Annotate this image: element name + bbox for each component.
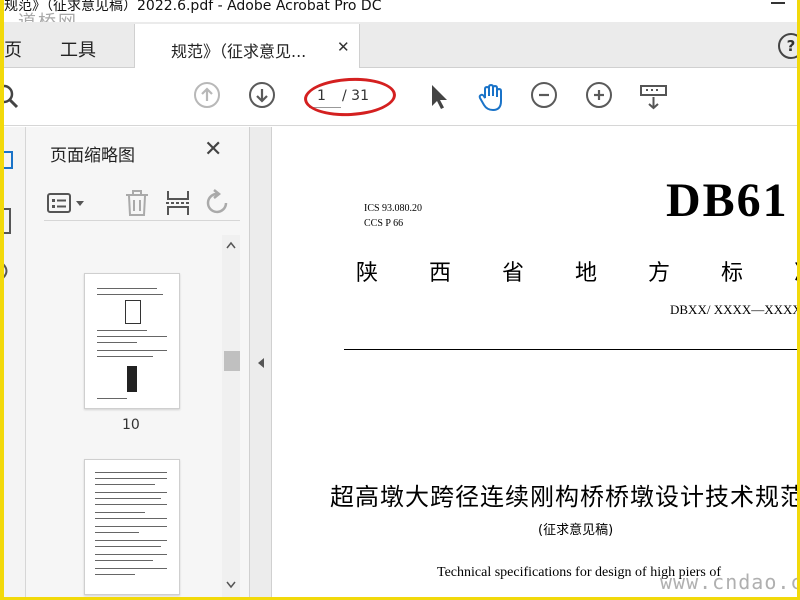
navigation-strip bbox=[4, 127, 26, 597]
acrobat-window: 规范》（征求意见稿）2022.6.pdf - Adobe Acrobat Pro… bbox=[4, 0, 797, 597]
read-mode-icon[interactable] bbox=[639, 82, 669, 112]
standard-number: DBXX/ XXXX—XXXX bbox=[670, 302, 797, 317]
zoom-out-button[interactable] bbox=[531, 82, 561, 112]
toolbar: 1 / 31 bbox=[4, 68, 797, 126]
page-thumbnail[interactable] bbox=[84, 459, 180, 595]
options-menu-icon[interactable] bbox=[46, 191, 90, 215]
close-tab-icon[interactable]: ✕ bbox=[337, 38, 350, 56]
hand-tool-icon[interactable] bbox=[476, 82, 506, 112]
panel-collapse-strip[interactable] bbox=[250, 127, 272, 597]
page-down-button[interactable] bbox=[249, 82, 279, 112]
panel-title: 页面缩略图 bbox=[50, 146, 135, 166]
tab-tools[interactable]: 工具 bbox=[60, 36, 96, 62]
panel-toolbar bbox=[44, 185, 240, 221]
heading-char: 省 bbox=[502, 261, 525, 286]
thumbnail-page-number: 10 bbox=[122, 417, 140, 433]
minimize-icon[interactable] bbox=[771, 2, 785, 4]
heading-char: 标 bbox=[721, 261, 744, 286]
bookmarks-icon[interactable] bbox=[4, 207, 14, 237]
rotate-icon[interactable] bbox=[204, 189, 234, 217]
document-subtitle: (征求意见稿) bbox=[538, 523, 614, 538]
header-rule bbox=[344, 349, 797, 350]
tab-home[interactable]: 页 bbox=[4, 36, 22, 62]
insert-icon[interactable] bbox=[164, 189, 194, 217]
province-standard-heading: 陕西省地方标准 bbox=[356, 255, 797, 287]
red-annotation-ellipse bbox=[303, 75, 397, 119]
scroll-down-icon[interactable] bbox=[226, 581, 236, 589]
page-down-icon bbox=[249, 82, 275, 108]
attachments-icon[interactable] bbox=[4, 261, 14, 281]
zoom-out-icon bbox=[531, 82, 557, 108]
zoom-in-icon bbox=[586, 82, 612, 108]
thumbnail-panel: 页面缩略图 ✕ 10 bbox=[26, 127, 250, 597]
scrollbar-thumb[interactable] bbox=[224, 351, 240, 371]
delete-icon[interactable] bbox=[122, 189, 152, 217]
ccs-code: CCS P 66 bbox=[364, 218, 404, 229]
heading-char: 准 bbox=[794, 255, 797, 287]
heading-char: 方 bbox=[648, 261, 671, 286]
title-bar: 规范》（征求意见稿）2022.6.pdf - Adobe Acrobat Pro… bbox=[4, 0, 797, 22]
thumbnails-list: 10 bbox=[26, 235, 222, 597]
page-up-icon bbox=[194, 82, 220, 108]
page-up-button[interactable] bbox=[194, 82, 224, 112]
ics-code-block: ICS 93.080.20 CCS P 66 bbox=[364, 201, 422, 231]
heading-char: 地 bbox=[575, 261, 598, 286]
collapse-arrow-icon[interactable] bbox=[257, 357, 265, 369]
document-tab-label: 规范》（征求意见... bbox=[171, 42, 307, 61]
standard-code: DB61 bbox=[666, 174, 789, 227]
scroll-up-icon[interactable] bbox=[226, 241, 236, 249]
zoom-in-button[interactable] bbox=[586, 82, 616, 112]
page-thumbnails-icon[interactable] bbox=[4, 149, 16, 171]
document-title: 超高墩大跨径连续刚构桥桥墩设计技术规范 bbox=[330, 483, 797, 511]
watermark-url: www.cndao.com bbox=[660, 570, 797, 594]
help-icon[interactable]: ? bbox=[778, 33, 797, 59]
tab-document[interactable]: 规范》（征求意见... ✕ bbox=[134, 24, 360, 68]
search-icon[interactable] bbox=[4, 82, 22, 112]
ics-code: ICS 93.080.20 bbox=[364, 203, 423, 214]
thumbnail-scrollbar[interactable] bbox=[222, 235, 240, 597]
select-cursor-icon[interactable] bbox=[424, 82, 454, 112]
heading-char: 西 bbox=[429, 261, 452, 286]
heading-char: 陕 bbox=[356, 261, 379, 286]
close-panel-icon[interactable]: ✕ bbox=[204, 137, 222, 162]
tab-row: 页 工具 规范》（征求意见... ✕ ? bbox=[4, 22, 797, 68]
document-page: ICS 93.080.20 CCS P 66 DB61 陕 西 省 地 方 标 准 DBXX… bbox=[272, 127, 797, 597]
page-thumbnail[interactable] bbox=[84, 273, 180, 409]
